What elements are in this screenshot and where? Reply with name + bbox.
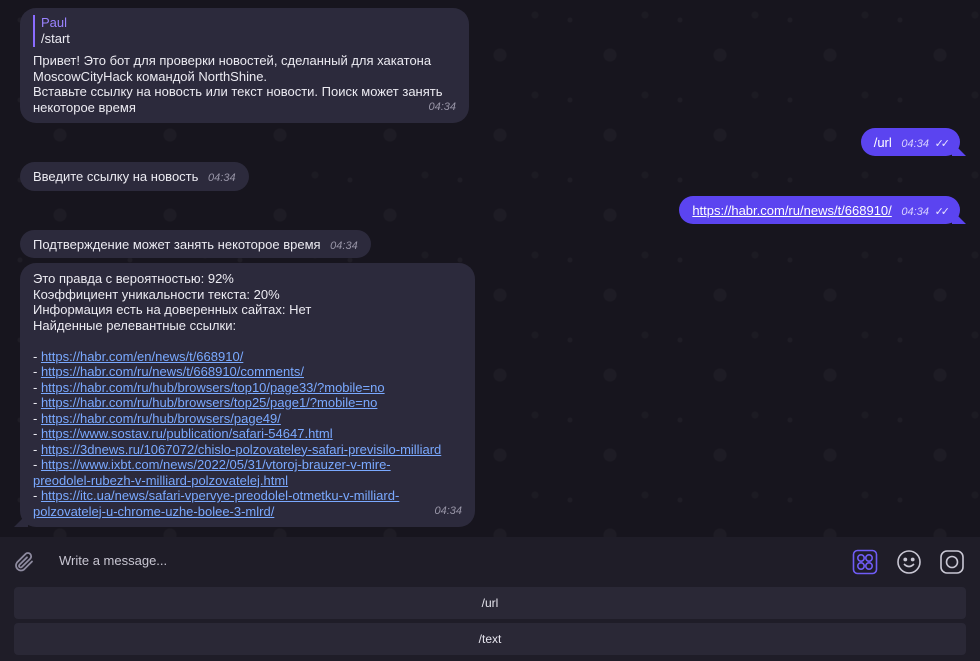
incoming-message[interactable]: Введите ссылку на новость 04:34 bbox=[20, 162, 249, 191]
read-check-icon: ✓✓ bbox=[934, 206, 951, 218]
bubble-tail bbox=[952, 210, 966, 224]
list-dash: - bbox=[33, 441, 41, 457]
relevant-link[interactable]: https://itc.ua/news/safari-vpervye-preod… bbox=[41, 488, 399, 503]
message-line: MoscowCityHack командой NorthShine. bbox=[33, 68, 268, 84]
list-dash: - bbox=[33, 379, 41, 395]
incoming-message[interactable]: Paul /start Привет! Это бот для проверки… bbox=[20, 8, 469, 123]
message-time: 04:34 bbox=[434, 504, 462, 517]
link-line: - https://habr.com/ru/hub/browsers/top25… bbox=[33, 395, 462, 411]
message-time: 04:34 bbox=[901, 138, 929, 150]
link-line: - https://habr.com/ru/hub/browsers/top10… bbox=[33, 380, 462, 396]
outgoing-message[interactable]: /url 04:34 ✓✓ bbox=[860, 128, 966, 156]
link-line: - https://habr.com/en/news/t/668910/ bbox=[33, 349, 462, 365]
relevant-link[interactable]: preodolel-rubezh-v-milliard-polzovatelej… bbox=[33, 473, 288, 488]
link-line-continued: polzovatelej-u-chrome-uzhe-bolee-3-mlrd/ bbox=[33, 504, 399, 520]
link-line: - https://habr.com/ru/news/t/668910/comm… bbox=[33, 364, 462, 380]
list-dash: - bbox=[33, 457, 41, 472]
relevant-link[interactable]: https://habr.com/ru/hub/browsers/top25/p… bbox=[41, 395, 377, 410]
message-line: Найденные релевантные ссылки: bbox=[33, 317, 237, 333]
relevant-link[interactable]: https://habr.com/ru/hub/browsers/page49/ bbox=[41, 411, 281, 426]
message-time: 04:34 bbox=[428, 100, 456, 113]
link-line-continued: preodolel-rubezh-v-milliard-polzovatelej… bbox=[33, 473, 462, 489]
relevant-link[interactable]: https://3dnews.ru/1067072/chislo-polzova… bbox=[41, 442, 441, 457]
list-dash: - bbox=[33, 410, 41, 426]
relevant-links-list: - https://habr.com/en/news/t/668910/- ht… bbox=[33, 349, 462, 489]
keyboard-button-url[interactable]: /url bbox=[14, 587, 966, 619]
link-line: - https://3dnews.ru/1067072/chislo-polzo… bbox=[33, 442, 462, 458]
message-line: Вставьте ссылку на новость или текст нов… bbox=[33, 84, 443, 99]
message-line: Привет! Это бот для проверки новостей, с… bbox=[33, 53, 432, 68]
relevant-link[interactable]: https://www.ixbt.com/news/2022/05/31/vto… bbox=[41, 457, 391, 472]
bubble-tail bbox=[952, 142, 966, 156]
message-link[interactable]: https://habr.com/ru/news/t/668910/ bbox=[692, 203, 891, 218]
bot-keyboard: /url /text bbox=[0, 587, 980, 661]
link-list-item: - https://www.sostav.ru/publication/safa… bbox=[33, 426, 462, 442]
message-text: /url bbox=[873, 135, 892, 150]
reply-quote[interactable]: Paul /start bbox=[33, 15, 456, 47]
incoming-message[interactable]: Это правда с вероятностью: 92% Коэффицие… bbox=[14, 263, 475, 527]
message-line: Информация есть на доверенных сайтах: Не… bbox=[33, 302, 312, 317]
link-line: - https://www.sostav.ru/publication/safa… bbox=[33, 426, 462, 442]
message-line: Это правда с вероятностью: 92% bbox=[33, 271, 234, 286]
message-line: Коэффициент уникальности текста: 20% bbox=[33, 286, 280, 302]
read-check-icon: ✓✓ bbox=[934, 138, 951, 150]
list-dash: - bbox=[33, 348, 41, 364]
list-dash: - bbox=[33, 364, 41, 379]
relevant-link[interactable]: https://www.sostav.ru/publication/safari… bbox=[41, 426, 333, 441]
message-time: 04:34 bbox=[901, 206, 929, 218]
message-text: Введите ссылку на новость bbox=[33, 169, 199, 184]
message-line-text: некоторое время bbox=[33, 99, 136, 115]
incoming-message[interactable]: Подтверждение может занять некоторое вре… bbox=[20, 230, 371, 258]
list-dash: - bbox=[33, 395, 41, 410]
link-line: - https://habr.com/ru/hub/browsers/page4… bbox=[33, 411, 462, 427]
link-list-item: - https://habr.com/ru/hub/browsers/top10… bbox=[33, 380, 462, 396]
relevant-link[interactable]: polzovatelej-u-chrome-uzhe-bolee-3-mlrd/ bbox=[33, 504, 274, 519]
link-list-item: - https://habr.com/ru/news/t/668910/comm… bbox=[33, 364, 462, 380]
last-link-row: - https://itc.ua/news/safari-vpervye-pre… bbox=[33, 488, 462, 519]
message-line: некоторое время 04:34 bbox=[33, 100, 456, 116]
link-line: - https://itc.ua/news/safari-vpervye-pre… bbox=[33, 488, 399, 504]
message-text: Привет! Это бот для проверки новостей, с… bbox=[33, 53, 456, 115]
message-composer: Write a message... bbox=[0, 537, 980, 587]
emoji-icon[interactable] bbox=[896, 549, 922, 575]
list-dash: - bbox=[33, 488, 41, 503]
link-list-item: - https://habr.com/ru/hub/browsers/page4… bbox=[33, 411, 462, 427]
attach-icon[interactable] bbox=[12, 550, 36, 574]
chat-history[interactable]: Paul /start Привет! Это бот для проверки… bbox=[0, 0, 980, 537]
reply-author: Paul bbox=[41, 15, 68, 30]
relevant-link[interactable]: https://habr.com/ru/hub/browsers/top10/p… bbox=[41, 380, 385, 395]
link-list-item: - https://habr.com/ru/hub/browsers/top25… bbox=[33, 395, 462, 411]
instagram-icon[interactable] bbox=[939, 549, 965, 575]
message-time: 04:34 bbox=[330, 240, 358, 252]
bubble-tail bbox=[14, 513, 28, 527]
relevant-link[interactable]: https://habr.com/ru/news/t/668910/commen… bbox=[41, 364, 304, 379]
message-text: Подтверждение может занять некоторое вре… bbox=[33, 237, 321, 252]
keyboard-button-text[interactable]: /text bbox=[14, 623, 966, 655]
link-list-item: - https://www.ixbt.com/news/2022/05/31/v… bbox=[33, 457, 462, 488]
relevant-link[interactable]: https://habr.com/en/news/t/668910/ bbox=[41, 349, 243, 364]
link-list-item: - https://habr.com/en/news/t/668910/ bbox=[33, 349, 462, 365]
message-time: 04:34 bbox=[208, 172, 236, 184]
link-list-item: - https://itc.ua/news/safari-vpervye-pre… bbox=[33, 488, 399, 519]
message-input[interactable]: Write a message... bbox=[59, 553, 167, 568]
link-line: - https://www.ixbt.com/news/2022/05/31/v… bbox=[33, 457, 462, 473]
reply-text: /start bbox=[41, 31, 70, 46]
outgoing-message[interactable]: https://habr.com/ru/news/t/668910/ 04:34… bbox=[679, 196, 966, 224]
list-dash: - bbox=[33, 426, 41, 441]
bot-commands-icon[interactable] bbox=[852, 549, 878, 575]
link-list-item: - https://3dnews.ru/1067072/chislo-polzo… bbox=[33, 442, 462, 458]
